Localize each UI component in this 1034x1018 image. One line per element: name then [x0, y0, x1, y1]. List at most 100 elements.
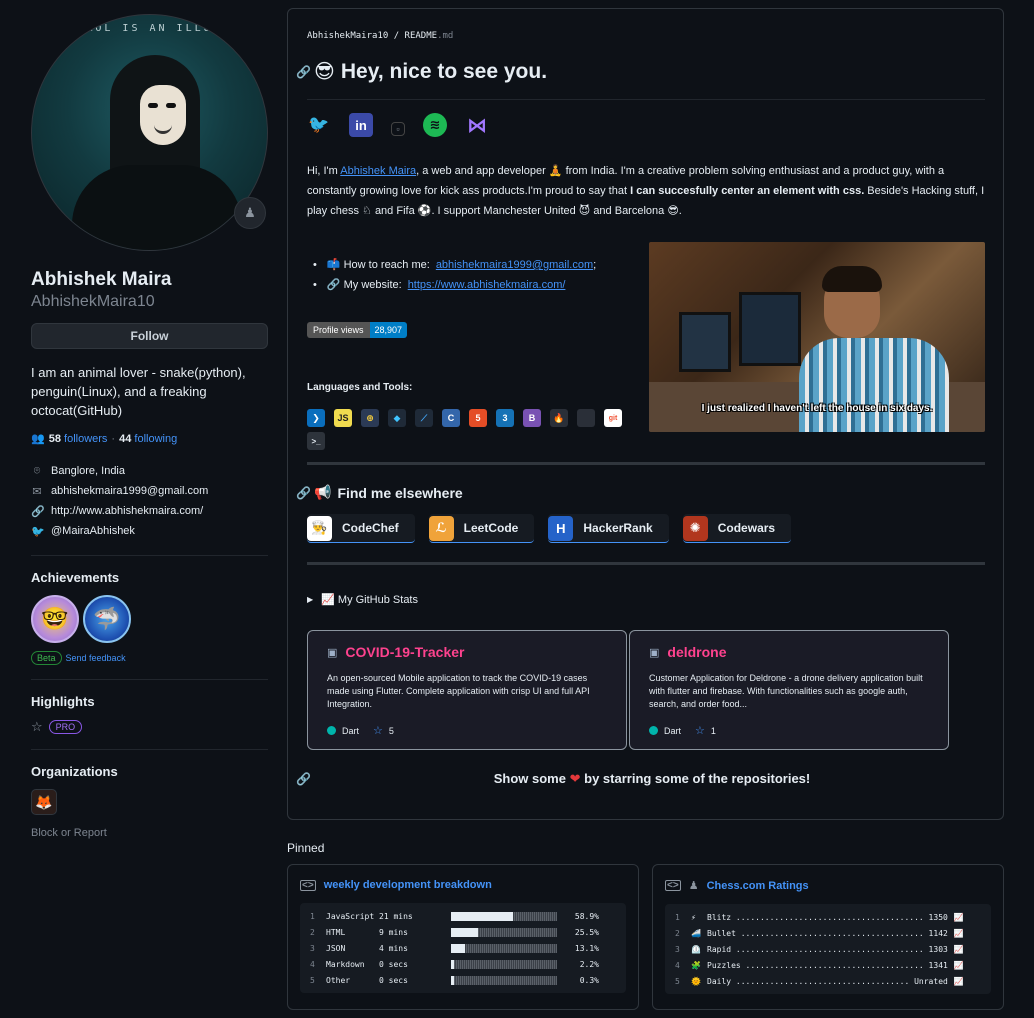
html5-icon[interactable]: 5: [469, 409, 487, 427]
achievement-badge-quickdraw[interactable]: 🤓: [31, 595, 79, 643]
line-number: 1: [310, 911, 315, 921]
follow-counts: 👥 58 followers · 44 following: [31, 432, 178, 446]
repo-icon: ▣: [327, 646, 338, 659]
flutter-icon[interactable]: ⟋: [415, 409, 433, 427]
people-icon: 👥: [31, 433, 45, 445]
profile-login: AbhishekMaira10: [31, 293, 155, 310]
readme-card: AbhishekMaira10 / README.md 🔗 😎 Hey, nic…: [287, 8, 1004, 820]
broken-image-icon[interactable]: ▫: [391, 122, 405, 136]
visual-studio-icon[interactable]: ⋈: [465, 113, 489, 137]
css3-icon[interactable]: 3: [496, 409, 514, 427]
linkedin-icon[interactable]: in: [349, 113, 373, 137]
blank-tool-icon[interactable]: [577, 409, 595, 427]
time-spent: 21 mins: [379, 911, 413, 921]
followers-link[interactable]: 58 followers: [49, 433, 108, 445]
email-link[interactable]: abhishekmaira1999@gmail.com: [436, 255, 593, 275]
code-row: 5 🌞 Daily ................................…: [675, 973, 981, 989]
hackerrank-badge[interactable]: H HackerRank: [548, 514, 669, 543]
email-link[interactable]: abhishekmaira1999@gmail.com: [51, 485, 208, 497]
star-icon: ☆: [31, 719, 43, 734]
progress-fill: [451, 911, 513, 921]
language-name: HTML: [326, 927, 346, 937]
line-number: 4: [675, 960, 680, 970]
sunglasses-emoji: 😎: [314, 61, 335, 83]
line-number: 5: [310, 975, 315, 985]
avatar-container: ROL IS AN ILLU ♟: [31, 14, 268, 251]
language-name: JavaScript: [326, 911, 375, 921]
python-icon[interactable]: ⊕: [361, 409, 379, 427]
avatar[interactable]: ROL IS AN ILLU: [31, 14, 268, 251]
repo-name[interactable]: COVID-19-Tracker: [345, 644, 464, 660]
follow-button[interactable]: Follow: [31, 323, 268, 349]
website-link[interactable]: https://www.abhishekmaira.com/: [408, 275, 566, 295]
rating-line: Puzzles ................................…: [707, 960, 948, 970]
repo-card[interactable]: ▣ COVID-19-Tracker An open-sourced Mobile…: [307, 630, 627, 750]
gist-title-link[interactable]: weekly development breakdown: [324, 879, 492, 891]
anchor-link-icon[interactable]: 🔗: [296, 65, 311, 79]
beta-badge: Beta: [31, 651, 62, 665]
code-row: 3 JSON 4 mins 13.1%: [310, 940, 616, 956]
disclosure-triangle-icon: ▶: [307, 595, 314, 604]
repo-name[interactable]: deldrone: [667, 644, 726, 660]
following-link[interactable]: 44 following: [119, 433, 177, 445]
rating-line: Rapid ..................................…: [707, 944, 948, 954]
name-link[interactable]: Abhishek Maira: [340, 165, 416, 177]
highlights-title: Highlights: [31, 694, 95, 709]
twitter-icon[interactable]: 🐦: [307, 113, 331, 137]
languages-tools-title: Languages and Tools:: [307, 382, 413, 393]
terminal-icon[interactable]: >_: [307, 432, 325, 450]
status-icon[interactable]: ♟: [234, 197, 266, 229]
find-me-heading: 🔗 📢 Find me elsewhere: [296, 484, 463, 501]
spotify-icon[interactable]: ≋: [423, 113, 447, 137]
git-icon[interactable]: git: [604, 409, 622, 427]
language-name: JSON: [326, 943, 346, 953]
codechef-badge[interactable]: 👨‍🍳 CodeChef: [307, 514, 415, 543]
c-icon[interactable]: C: [442, 409, 460, 427]
send-feedback-link[interactable]: Send feedback: [66, 653, 126, 663]
website-link[interactable]: http://www.abhishekmaira.com/: [51, 505, 203, 517]
breadcrumb-user[interactable]: AbhishekMaira10: [307, 31, 388, 41]
achievement-badge-shark[interactable]: 🦈: [83, 595, 131, 643]
coder-gif: I just realized I haven't left the house…: [649, 242, 985, 432]
leetcode-badge[interactable]: ℒ LeetCode: [428, 514, 535, 543]
vscode-icon[interactable]: ❯: [307, 409, 325, 427]
location-text: Banglore, India: [51, 465, 125, 477]
rating-type-icon: 🚄: [691, 928, 701, 938]
github-stats-toggle[interactable]: ▶ 📈 My GitHub Stats: [307, 593, 418, 606]
firebase-icon[interactable]: 🔥: [550, 409, 568, 427]
code-row: 4 Markdown 0 secs 2.2%: [310, 956, 616, 972]
anchor-link-icon[interactable]: 🔗: [296, 772, 311, 786]
progress-bar: [451, 959, 557, 969]
percentage: 13.1%: [574, 943, 599, 953]
anchor-link-icon[interactable]: 🔗: [296, 486, 311, 500]
twitter-link[interactable]: @MairaAbhishek: [51, 525, 135, 537]
time-spent: 0 secs: [379, 975, 408, 985]
code-square-icon: <>: [665, 880, 681, 891]
gist-title-link[interactable]: Chess.com Ratings: [707, 880, 809, 892]
rating-line: Daily ..................................…: [707, 976, 948, 986]
block-report-link[interactable]: Block or Report: [31, 827, 268, 839]
star-icon: ☆: [695, 725, 705, 737]
time-spent: 9 mins: [379, 927, 408, 937]
code-square-icon: <>: [300, 879, 316, 891]
pinned-title: Pinned: [287, 841, 325, 855]
dart-icon[interactable]: ◆: [388, 409, 406, 427]
progress-fill: [451, 959, 454, 969]
hackerrank-icon: H: [548, 515, 574, 541]
profile-views-badge: Profile views 28,907: [307, 322, 408, 338]
code-row: 2 🚄 Bullet ...............................…: [675, 925, 981, 941]
repo-card[interactable]: ▣ deldrone Customer Application for Deldr…: [629, 630, 949, 750]
megaphone-emoji: 📢: [314, 484, 332, 500]
codewars-badge[interactable]: ✺ Codewars: [682, 514, 792, 543]
leetcode-icon: ℒ: [428, 515, 454, 541]
language-name: Other: [326, 975, 351, 985]
repo-language: Dart: [342, 725, 360, 736]
social-links: 🐦 in ▫ ≋ ⋈: [307, 113, 489, 137]
organization-avatar[interactable]: 🦊: [31, 789, 57, 815]
bootstrap-icon[interactable]: B: [523, 409, 541, 427]
percentage: 0.3%: [579, 975, 599, 985]
code-row: 4 🧩 Puzzles ..............................…: [675, 957, 981, 973]
achievements-title: Achievements: [31, 570, 120, 585]
javascript-icon[interactable]: JS: [334, 409, 352, 427]
rating-line: Blitz ..................................…: [707, 912, 948, 922]
